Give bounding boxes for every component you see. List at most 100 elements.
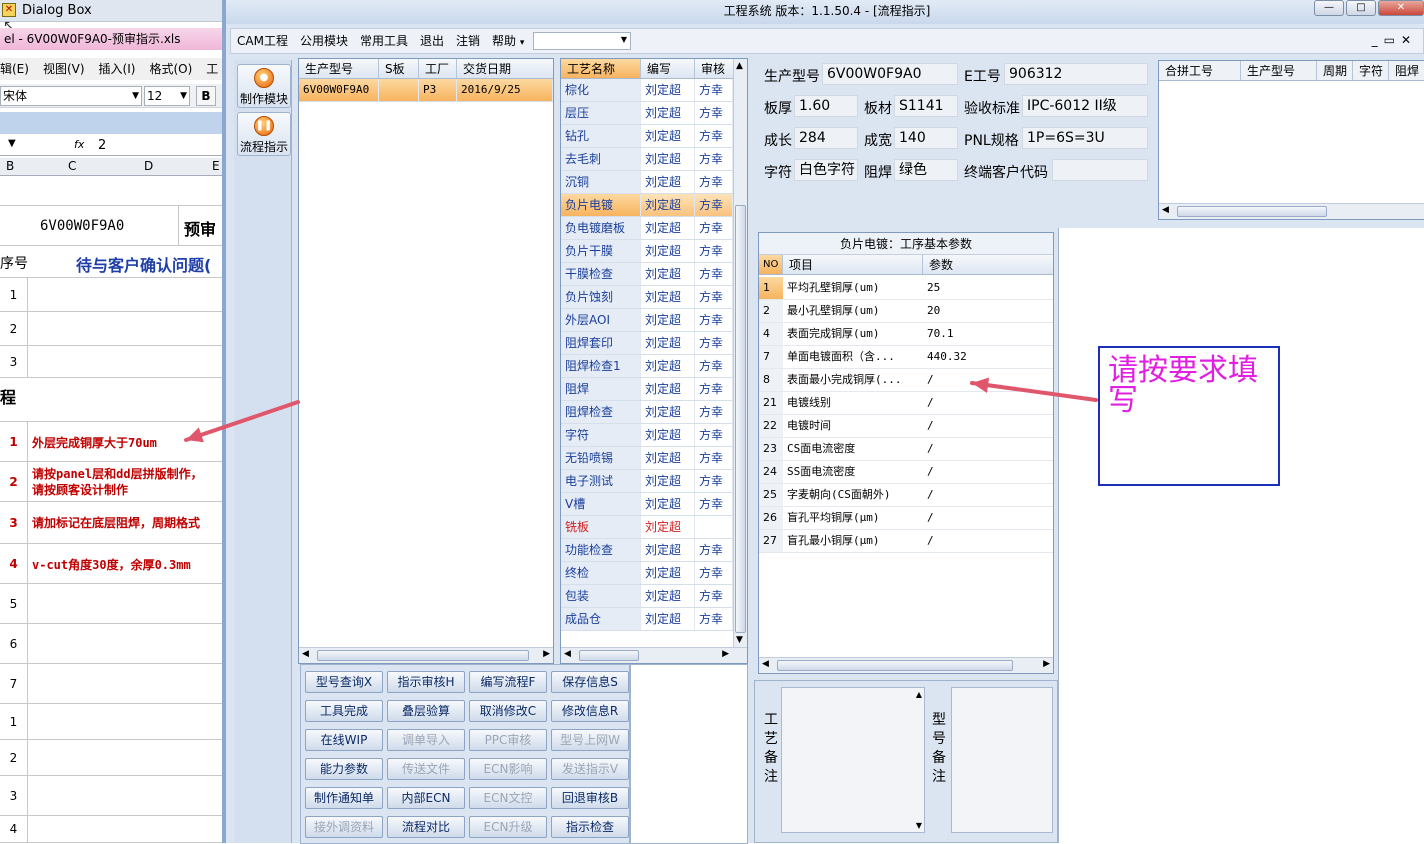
process-row[interactable]: 沉铜 刘定超 方幸 [561, 171, 733, 194]
menu-combo-select[interactable]: ▼ [533, 32, 631, 50]
col-reviewer[interactable]: 审核 [695, 59, 733, 78]
menu-common-module[interactable]: 公用模块 [294, 29, 354, 53]
part-note-textarea[interactable] [951, 687, 1053, 833]
scroll-thumb[interactable] [579, 650, 639, 661]
col-merge-no[interactable]: 合拼工号 [1159, 61, 1241, 80]
param-row[interactable]: 27 盲孔最小铜厚(μm) / [759, 530, 1053, 553]
col-writer[interactable]: 编写 [641, 59, 695, 78]
thickness-value[interactable]: 1.60 [794, 95, 858, 117]
process-row[interactable]: 干膜检查 刘定超 方幸 [561, 263, 733, 286]
process-row[interactable]: 成品仓 刘定超 方幸 [561, 608, 733, 631]
function-button[interactable]: 编写流程F [469, 671, 547, 693]
menu-cam[interactable]: CAM工程 [231, 29, 294, 53]
issue-text[interactable]: 请按panel层和dd层拼版制作， [32, 465, 203, 482]
param-row[interactable]: 22 电镀时间 / [759, 415, 1053, 438]
pnl-value[interactable]: 1P=6S=3U [1022, 127, 1148, 149]
param-row[interactable]: 1 平均孔壁铜厚(um) 25 [759, 277, 1053, 300]
process-row[interactable]: 铣板 刘定超 [561, 516, 733, 539]
param-row[interactable]: 23 CS面电流密度 / [759, 438, 1053, 461]
function-button[interactable]: 制作通知单 [305, 787, 383, 809]
param-row[interactable]: 24 SS面电流密度 / [759, 461, 1053, 484]
font-name-select[interactable]: 宋体 ▼ [0, 86, 142, 106]
font-size-select[interactable]: 12 ▼ [144, 86, 190, 106]
process-row[interactable]: 阻焊检查 刘定超 方幸 [561, 401, 733, 424]
param-row[interactable]: 26 盲孔平均铜厚(μm) / [759, 507, 1053, 530]
function-button[interactable]: 指示审核H [387, 671, 465, 693]
scroll-thumb[interactable] [735, 205, 746, 633]
process-row[interactable]: 负片蚀刻 刘定超 方幸 [561, 286, 733, 309]
function-button[interactable]: 工具完成 [305, 700, 383, 722]
col-header-d[interactable]: D [144, 159, 153, 173]
bold-button[interactable]: B [196, 86, 216, 106]
char-value[interactable]: 白色字符 [794, 159, 858, 181]
col-param[interactable]: 参数 [923, 255, 1053, 274]
process-vscrollbar[interactable]: ▲ ▼ [733, 59, 747, 647]
customer-code-value[interactable] [1052, 159, 1148, 181]
col-s-board[interactable]: S板 [379, 59, 419, 78]
part-value[interactable]: 6V00W0F9A0 [822, 63, 958, 85]
col-merge-char[interactable]: 字符 [1353, 61, 1389, 80]
cell-prereview[interactable]: 预审 [184, 216, 216, 240]
function-button[interactable]: 型号查询X [305, 671, 383, 693]
process-row[interactable]: V槽 刘定超 方幸 [561, 493, 733, 516]
process-row[interactable]: 无铅喷锡 刘定超 方幸 [561, 447, 733, 470]
process-note-textarea[interactable]: ▲ ▼ [781, 687, 925, 833]
process-row[interactable]: 棕化 刘定超 方幸 [561, 79, 733, 102]
mdi-close-button[interactable]: ✕ [1401, 33, 1417, 47]
process-row[interactable]: 字符 刘定超 方幸 [561, 424, 733, 447]
minimize-button[interactable]: — [1314, 0, 1344, 16]
mdi-restore-button[interactable]: ▭ [1384, 33, 1401, 47]
param-row[interactable]: 8 表面最小完成铜厚(... / [759, 369, 1053, 392]
col-process-name[interactable]: 工艺名称 [561, 59, 641, 78]
orders-hscrollbar[interactable]: ◀ ▶ [299, 647, 553, 663]
e-number-value[interactable]: 906312 [1004, 63, 1148, 85]
process-row[interactable]: 去毛刺 刘定超 方幸 [561, 148, 733, 171]
process-row[interactable]: 阻焊 刘定超 方幸 [561, 378, 733, 401]
col-header-e[interactable]: E [212, 159, 220, 173]
function-button[interactable]: 回退审核B [551, 787, 629, 809]
function-button[interactable]: 指示检查 [551, 816, 629, 838]
formula-input[interactable]: 2 [98, 138, 106, 153]
process-row[interactable]: 阻焊套印 刘定超 方幸 [561, 332, 733, 355]
function-button[interactable]: 保存信息S [551, 671, 629, 693]
excel-menu-tools[interactable]: 工 [206, 62, 218, 76]
process-row[interactable]: 电子测试 刘定超 方幸 [561, 470, 733, 493]
col-merge-mask[interactable]: 阻焊 [1389, 61, 1424, 80]
menu-logout[interactable]: 注销 [450, 29, 486, 53]
length-value[interactable]: 284 [794, 127, 858, 149]
process-row[interactable]: 包装 刘定超 方幸 [561, 585, 733, 608]
col-no[interactable]: NO [759, 255, 783, 274]
order-row-selected[interactable]: 6V00W0F9A0 P3 2016/9/25 [299, 79, 553, 102]
param-row[interactable]: 21 电镀线别 / [759, 392, 1053, 415]
material-value[interactable]: S1141 [894, 95, 958, 117]
process-hscrollbar[interactable]: ◀ ▶ [561, 647, 747, 663]
process-row[interactable]: 负片干膜 刘定超 方幸 [561, 240, 733, 263]
issue-text-line2[interactable]: 请按顾客设计制作 [32, 481, 128, 498]
function-button[interactable]: 修改信息R [551, 700, 629, 722]
col-merge-part[interactable]: 生产型号 [1241, 61, 1317, 80]
function-button[interactable]: 在线WIP [305, 729, 383, 751]
process-row[interactable]: 终检 刘定超 方幸 [561, 562, 733, 585]
function-button[interactable]: 流程对比 [387, 816, 465, 838]
param-row[interactable]: 25 字麦朝向(CS面朝外) / [759, 484, 1053, 507]
close-button[interactable]: ✕ [1378, 0, 1424, 16]
process-row[interactable]: 钻孔 刘定超 方幸 [561, 125, 733, 148]
maximize-button[interactable]: □ [1346, 0, 1376, 16]
issue-text[interactable]: 外层完成铜厚大于70um [32, 434, 157, 451]
param-row[interactable]: 4 表面完成铜厚(um) 70.1 [759, 323, 1053, 346]
menu-tools[interactable]: 常用工具 [354, 29, 414, 53]
param-row[interactable]: 2 最小孔壁铜厚(um) 20 [759, 300, 1053, 323]
merge-hscrollbar[interactable]: ◀ [1159, 203, 1424, 219]
scroll-thumb[interactable] [1177, 206, 1327, 217]
process-row[interactable]: 外层AOI 刘定超 方幸 [561, 309, 733, 332]
excel-menu-edit[interactable]: 辑(E) [0, 62, 29, 76]
col-header-b[interactable]: B [6, 159, 14, 173]
excel-menu-view[interactable]: 视图(V) [43, 62, 85, 76]
col-factory[interactable]: 工厂 [419, 59, 457, 78]
mdi-minimize-button[interactable]: _ [1372, 33, 1384, 47]
function-button[interactable]: 取消修改C [469, 700, 547, 722]
function-button[interactable]: 内部ECN [387, 787, 465, 809]
cell-issue-header[interactable]: 待与客户确认问题( [76, 252, 211, 276]
process-row[interactable]: 负片电镀 刘定超 方幸 [561, 194, 733, 217]
params-hscrollbar[interactable]: ◀ ▶ [759, 657, 1053, 673]
